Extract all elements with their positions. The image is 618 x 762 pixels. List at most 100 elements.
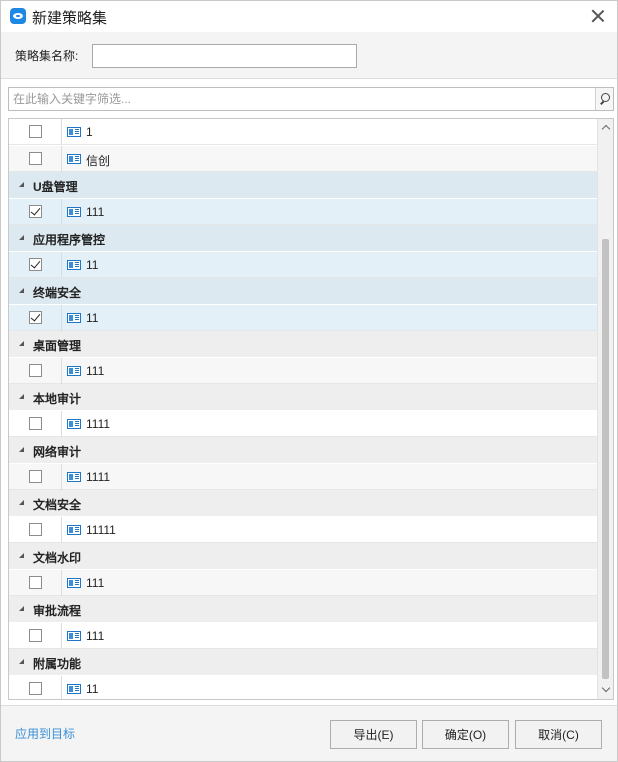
policy-tree-list: 1 信创 U盘管理 111 应用程序管控 11 终端安全 11 桌面管理 111 本地审计 1111 网…: [8, 118, 614, 700]
expand-arrow-icon[interactable]: [19, 447, 24, 452]
group-row[interactable]: 文档安全: [9, 490, 597, 516]
list-item[interactable]: 111: [9, 623, 597, 649]
column-divider: [61, 305, 62, 331]
dialog-window: 新建策略集 策略集名称: 1 信创 U盘管理 111 应用程序管控 11 终端安全 11 桌面管…: [0, 0, 618, 762]
footer-bar: 应用到目标 导出(E) 确定(O) 取消(C): [1, 705, 617, 761]
group-row[interactable]: 桌面管理: [9, 331, 597, 357]
item-label: 1: [86, 125, 93, 139]
app-logo-icon: [10, 8, 26, 24]
name-label: 策略集名称:: [15, 49, 79, 63]
list-item[interactable]: 11111: [9, 517, 597, 543]
item-label: 111: [86, 364, 105, 378]
item-checkbox[interactable]: [29, 523, 42, 536]
column-divider: [61, 358, 62, 384]
group-row[interactable]: 文档水印: [9, 543, 597, 569]
policy-set-name-input[interactable]: [92, 44, 357, 68]
item-checkbox[interactable]: [29, 258, 42, 271]
item-checkbox[interactable]: [29, 576, 42, 589]
item-checkbox[interactable]: [29, 125, 42, 138]
group-label: 文档水印: [33, 551, 82, 565]
cancel-button[interactable]: 取消(C): [515, 720, 602, 749]
expand-arrow-icon[interactable]: [19, 500, 24, 505]
policy-card-icon: [67, 525, 81, 535]
item-checkbox[interactable]: [29, 364, 42, 377]
group-row[interactable]: 审批流程: [9, 596, 597, 622]
policy-card-icon: [67, 207, 81, 217]
name-section: 策略集名称:: [1, 32, 617, 79]
group-label: 文档安全: [33, 498, 82, 512]
expand-arrow-icon[interactable]: [19, 235, 24, 240]
policy-card-icon: [67, 684, 81, 694]
group-row[interactable]: 终端安全: [9, 278, 597, 304]
expand-arrow-icon[interactable]: [19, 659, 24, 664]
column-divider: [61, 199, 62, 225]
dialog-title: 新建策略集: [32, 10, 108, 27]
filter-input[interactable]: [9, 88, 595, 110]
list-item[interactable]: 1111: [9, 411, 597, 437]
item-checkbox[interactable]: [29, 470, 42, 483]
item-label: 11: [86, 258, 99, 272]
search-icon[interactable]: [595, 88, 613, 110]
item-checkbox[interactable]: [29, 311, 42, 324]
item-label: 111: [86, 205, 105, 219]
list-item[interactable]: 信创: [9, 146, 597, 172]
expand-arrow-icon[interactable]: [19, 606, 24, 611]
title-bar: 新建策略集: [1, 1, 617, 32]
expand-arrow-icon[interactable]: [19, 341, 24, 346]
group-row[interactable]: 网络审计: [9, 437, 597, 463]
group-row[interactable]: 应用程序管控: [9, 225, 597, 251]
policy-card-icon: [67, 127, 81, 137]
apply-to-target-link[interactable]: 应用到目标: [15, 725, 75, 742]
policy-card-icon: [67, 366, 81, 376]
column-divider: [61, 252, 62, 278]
scroll-thumb[interactable]: [602, 239, 609, 679]
export-button[interactable]: 导出(E): [330, 720, 417, 749]
policy-card-icon: [67, 631, 81, 641]
item-checkbox[interactable]: [29, 152, 42, 165]
item-checkbox[interactable]: [29, 682, 42, 695]
expand-arrow-icon[interactable]: [19, 182, 24, 187]
expand-arrow-icon[interactable]: [19, 288, 24, 293]
ok-button[interactable]: 确定(O): [422, 720, 509, 749]
expand-arrow-icon[interactable]: [19, 394, 24, 399]
column-divider: [61, 623, 62, 649]
scroll-up-arrow-icon[interactable]: [601, 123, 611, 133]
vertical-scrollbar[interactable]: [597, 119, 613, 699]
list-item[interactable]: 111: [9, 570, 597, 596]
list-item[interactable]: 111: [9, 199, 597, 225]
column-divider: [61, 411, 62, 437]
item-label: 1111: [86, 417, 111, 431]
item-checkbox[interactable]: [29, 629, 42, 642]
list-item[interactable]: 11: [9, 305, 597, 331]
group-label: 终端安全: [33, 286, 82, 300]
policy-card-icon: [67, 472, 81, 482]
list-item[interactable]: 1111: [9, 464, 597, 490]
group-label: 审批流程: [33, 604, 82, 618]
group-label: 桌面管理: [33, 339, 82, 353]
item-label: 1111: [86, 470, 111, 484]
item-checkbox[interactable]: [29, 205, 42, 218]
column-divider: [61, 119, 62, 145]
group-row[interactable]: 附属功能: [9, 649, 597, 675]
group-label: U盘管理: [33, 180, 78, 194]
policy-card-icon: [67, 260, 81, 270]
item-label: 信创: [86, 154, 111, 168]
close-icon[interactable]: [589, 7, 607, 25]
item-label: 111: [86, 629, 105, 643]
list-item[interactable]: 11: [9, 676, 597, 699]
group-row[interactable]: U盘管理: [9, 172, 597, 198]
list-item[interactable]: 111: [9, 358, 597, 384]
group-label: 本地审计: [33, 392, 82, 406]
group-row[interactable]: 本地审计: [9, 384, 597, 410]
group-label: 网络审计: [33, 445, 82, 459]
list-item[interactable]: 11: [9, 252, 597, 278]
group-label: 附属功能: [33, 657, 82, 671]
item-checkbox[interactable]: [29, 417, 42, 430]
scroll-down-arrow-icon[interactable]: [601, 685, 611, 695]
item-label: 11111: [86, 523, 116, 537]
list-item[interactable]: 1: [9, 119, 597, 145]
filter-box: [8, 87, 614, 111]
policy-card-icon: [67, 313, 81, 323]
expand-arrow-icon[interactable]: [19, 553, 24, 558]
column-divider: [61, 570, 62, 596]
